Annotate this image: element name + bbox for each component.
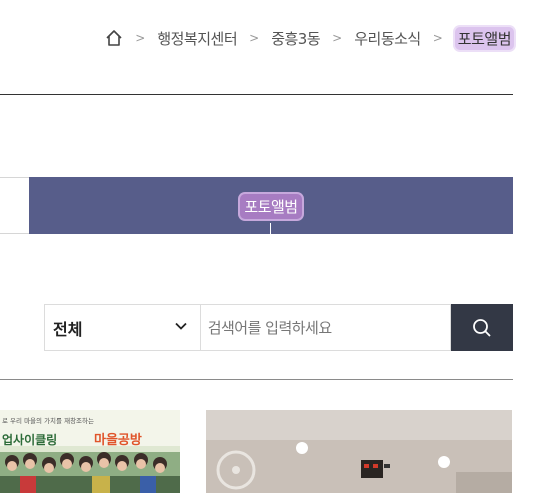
chevron-right-icon: >	[432, 31, 443, 45]
breadcrumb-current: 포토앨범	[454, 26, 514, 50]
banner-text-right: 마을공방	[94, 432, 142, 448]
tab-photo-album[interactable]: 포토앨범	[29, 177, 513, 234]
breadcrumb-item-news[interactable]: 우리동소식	[354, 28, 421, 49]
breadcrumb-item-center[interactable]: 행정복지센터	[157, 28, 237, 49]
tab-indicator	[270, 223, 271, 234]
gallery-thumbnail[interactable]	[206, 410, 512, 493]
search-form: 전체	[44, 304, 513, 351]
search-input[interactable]	[200, 304, 452, 351]
list-divider	[0, 379, 513, 380]
banner-small-text: 로 우리 마을의 가치를 재창조하는	[2, 416, 94, 425]
search-icon	[473, 318, 491, 337]
search-button[interactable]	[451, 304, 513, 351]
tab-photo-album-label: 포토앨범	[240, 194, 302, 219]
home-icon[interactable]	[105, 29, 123, 47]
category-select-value: 전체	[53, 319, 83, 339]
chevron-down-icon	[174, 318, 188, 337]
chevron-right-icon: >	[332, 31, 343, 45]
banner-text-left: 업사이클링	[2, 432, 57, 447]
header-divider	[0, 94, 513, 95]
chevron-right-icon: >	[135, 31, 146, 45]
gallery-thumbnail[interactable]: 로 우리 마을의 가치를 재창조하는 업사이클링 마을공방	[0, 410, 180, 493]
tab-bar: 포토앨범	[0, 177, 513, 234]
tab-inactive[interactable]	[0, 177, 29, 234]
breadcrumb: > 행정복지센터 > 중흥3동 > 우리동소식 > 포토앨범	[105, 26, 514, 50]
chevron-right-icon: >	[249, 31, 260, 45]
breadcrumb-item-dong[interactable]: 중흥3동	[271, 28, 320, 49]
category-select[interactable]: 전체	[44, 304, 201, 351]
